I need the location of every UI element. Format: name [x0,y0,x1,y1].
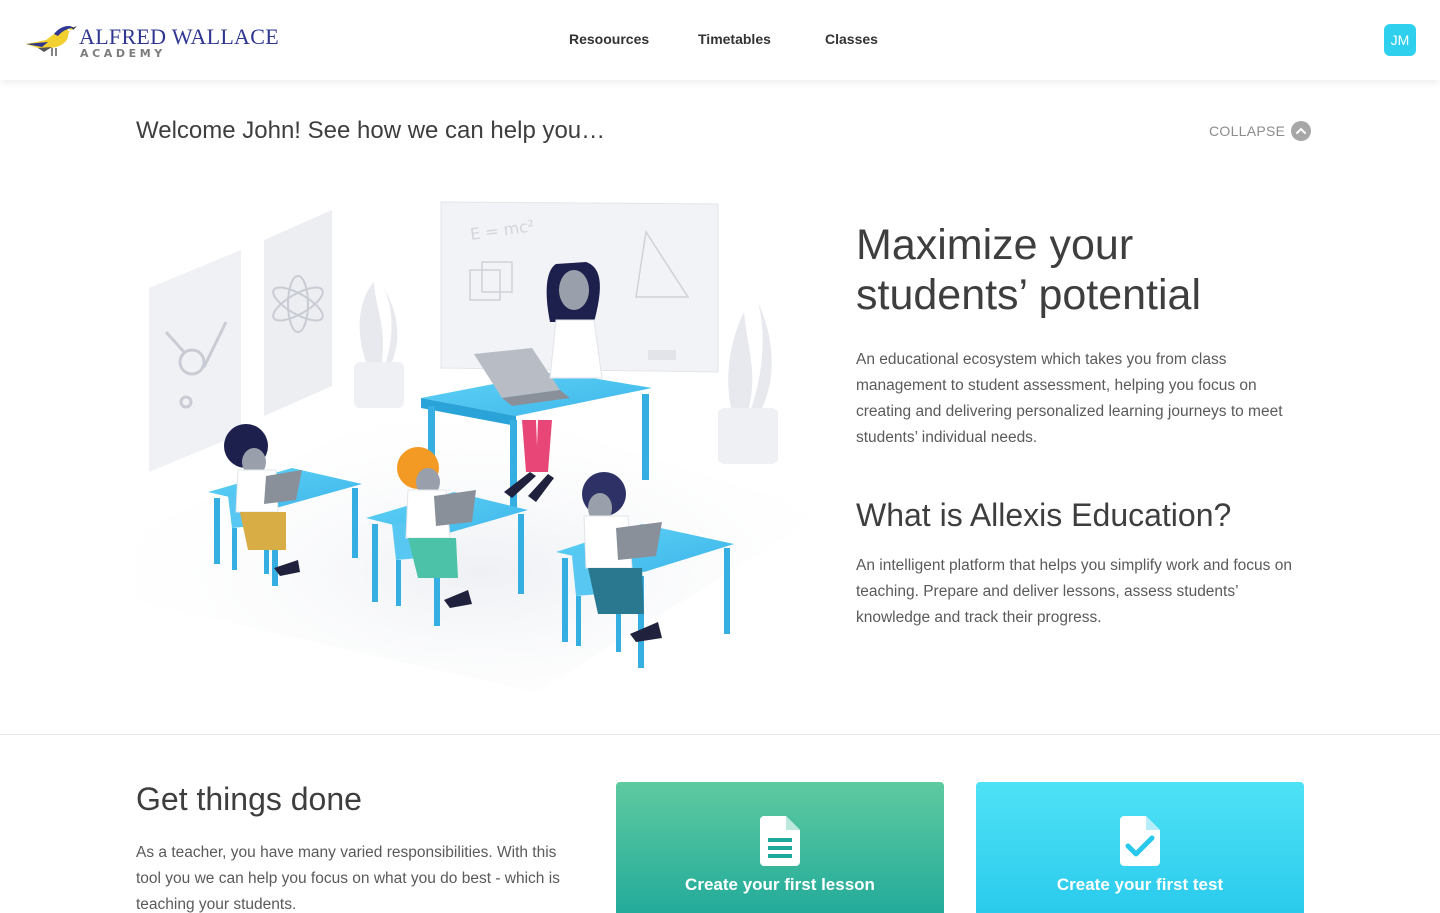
user-avatar[interactable]: JM [1384,24,1416,56]
section-divider [0,734,1440,735]
what-is-description: An intelligent platform that helps you s… [856,557,1292,626]
create-lesson-label: Create your first lesson [685,875,875,894]
main-nav: Resoources Timetables Classes [0,31,1440,51]
nav-timetables[interactable]: Timetables [698,31,771,47]
create-test-label: Create your first test [1056,875,1224,894]
get-things-done-description: As a teacher, you have many varied respo… [136,844,560,913]
hero-title: Maximize your students’ potential [856,221,1202,319]
classroom-illustration: E = mc² [136,201,826,692]
create-lesson-card[interactable]: Create your first lesson [616,782,944,913]
top-header: ALFRED WALLACE ACADEMY Resoources Timeta… [0,0,1440,80]
document-icon [760,816,800,866]
what-is-title: What is Allexis Education? [856,497,1232,533]
collapse-label: COLLAPSE [1209,123,1286,139]
welcome-message: Welcome John! See how we can help you… [136,117,606,144]
collapse-button[interactable]: COLLAPSE [1209,121,1312,141]
document-check-icon [1120,816,1160,866]
hero-description: An educational ecosystem which takes you… [856,351,1283,446]
nav-classes[interactable]: Classes [825,31,878,47]
nav-resources[interactable]: Resoources [569,31,649,47]
get-things-done-title: Get things done [136,781,362,817]
chevron-up-icon [1291,121,1312,141]
create-test-card[interactable]: Create your first test [976,782,1304,913]
